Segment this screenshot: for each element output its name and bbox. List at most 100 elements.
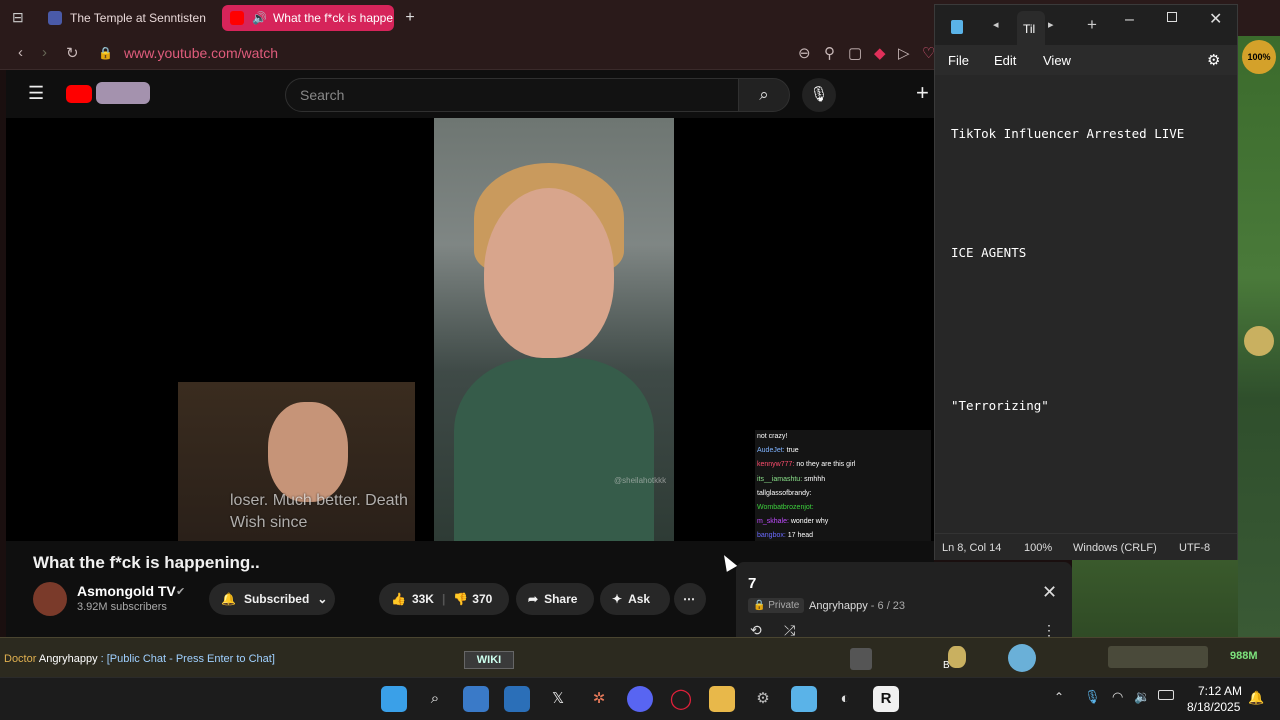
search-input[interactable]: Search xyxy=(285,78,739,112)
tab-scroll-left-icon[interactable]: ◂ xyxy=(993,18,999,31)
tab-youtube-active[interactable]: 🔊 What the f*ck is happe xyxy=(222,5,394,31)
clock-date[interactable]: 8/18/2025 xyxy=(1187,700,1240,714)
close-icon[interactable]: ✕ xyxy=(1042,582,1057,603)
channel-name[interactable]: Asmongold TV xyxy=(77,583,176,599)
zoom-badge[interactable]: 100% xyxy=(1242,40,1276,74)
dislike-count[interactable]: 370 xyxy=(472,592,492,606)
playlist-panel: 7 🔒 Private Angryhappy - 6 / 23 ✕ ⟲ ⤮ ⋮ xyxy=(736,562,1072,638)
zoom-icon[interactable]: ⊖ xyxy=(798,44,811,62)
create-icon[interactable]: + xyxy=(916,80,929,106)
chat-line: its__iamashtu: smhhh xyxy=(757,475,826,483)
settings-icon[interactable]: ⚙ xyxy=(1207,51,1220,69)
game-map xyxy=(1072,560,1238,640)
pocket-icon[interactable]: ◆ xyxy=(874,44,886,62)
notepad-taskbar-icon[interactable] xyxy=(791,686,817,712)
ask-button[interactable]: ✦ Ask xyxy=(600,583,670,615)
address-bar: ‹ › ↻ 🔒 www.youtube.com/watch ⊖ ⚲ ▢ ◆ ▷ … xyxy=(0,36,940,70)
voice-search-icon[interactable]: 🎙 xyxy=(802,78,836,112)
new-tab-button[interactable]: + xyxy=(400,8,420,28)
playlist-title[interactable]: 7 xyxy=(748,575,756,592)
url-field[interactable]: www.youtube.com/watch xyxy=(124,45,278,61)
lock-icon[interactable]: 🔒 xyxy=(98,46,113,60)
dislike-icon[interactable]: 👎 xyxy=(453,592,468,606)
video-caption: loser. Much better. Death Wish since xyxy=(230,492,408,531)
tab-temple[interactable]: The Temple at Senntisten xyxy=(40,5,216,31)
discord-icon[interactable] xyxy=(627,686,653,712)
pin-icon[interactable]: ⚲ xyxy=(824,44,835,62)
bell-icon: 🔔 xyxy=(221,592,236,606)
wifi-icon[interactable]: ◠ xyxy=(1112,689,1123,705)
forward-icon[interactable]: › xyxy=(42,44,47,61)
hotbar[interactable] xyxy=(1108,646,1208,668)
maximize-icon[interactable] xyxy=(1167,12,1177,22)
reload-icon[interactable]: ↻ xyxy=(66,44,79,62)
crystal-icon[interactable] xyxy=(1008,644,1036,672)
audio-playing-icon[interactable]: 🔊 xyxy=(252,11,267,25)
chat-line: m_skhale: wonder why xyxy=(757,518,829,526)
new-tab-icon[interactable]: + xyxy=(1087,15,1097,35)
video-watermark: @sheilahotkkk xyxy=(614,476,667,485)
notification-bell-icon[interactable]: 🔔 xyxy=(1248,690,1264,706)
more-actions-button[interactable]: ⋯ xyxy=(674,583,706,615)
clock-time[interactable]: 7:12 AM xyxy=(1198,684,1242,698)
microphone-icon[interactable]: 🎙 xyxy=(1084,689,1101,705)
close-icon[interactable]: ✕ xyxy=(1209,9,1222,29)
subscribed-label: Subscribed xyxy=(243,592,310,606)
line-ending: Windows (CRLF) xyxy=(1073,542,1157,554)
search-icon[interactable]: ⌕ xyxy=(422,686,448,712)
lamp-icon[interactable] xyxy=(948,646,966,668)
youtube-favicon-icon xyxy=(230,11,244,25)
game-launcher-icon[interactable]: ◐ xyxy=(832,686,858,712)
start-icon[interactable] xyxy=(381,686,407,712)
video-player[interactable]: @sheilahotkkk loser. Much better. Death … xyxy=(6,118,934,541)
notepad-editor[interactable]: TikTok Influencer Arrested LIVE ICE AGEN… xyxy=(951,91,1184,448)
jacket xyxy=(454,358,654,541)
chat-line: Wombatbrozenjot: xyxy=(757,504,814,512)
affinity-icon[interactable]: ✲ xyxy=(586,686,612,712)
battery-icon[interactable] xyxy=(1158,690,1174,700)
send-icon[interactable]: ▷ xyxy=(898,44,910,62)
like-count[interactable]: 33K xyxy=(412,592,434,606)
share-icon: ➦ xyxy=(528,592,539,606)
tab-scroll-right-icon[interactable]: ▸ xyxy=(1048,18,1054,31)
wiki-button[interactable]: WIKI xyxy=(464,651,514,669)
snapshot-icon[interactable]: ▢ xyxy=(848,44,862,62)
subscribed-button[interactable]: 🔔 Subscribed ⌄ xyxy=(209,583,335,615)
inventory-slot-icon[interactable] xyxy=(850,648,872,670)
chevron-up-icon[interactable]: ⌃ xyxy=(1054,690,1064,704)
tab-overview-icon[interactable]: ⊟ xyxy=(12,9,24,26)
settings-icon[interactable]: ⚙ xyxy=(750,686,776,712)
notepad-titlebar: ◂ Til ▸ + – ✕ xyxy=(935,5,1237,45)
playlist-owner[interactable]: Angryhappy - 6 / 23 xyxy=(809,600,905,612)
calculator-icon[interactable] xyxy=(463,686,489,712)
channel-avatar[interactable] xyxy=(33,582,67,616)
search-button[interactable]: ⌕ xyxy=(738,78,790,112)
tab-title: The Temple at Senntisten xyxy=(70,11,206,25)
face xyxy=(484,188,614,358)
youtube-logo-icon[interactable] xyxy=(66,85,92,103)
back-icon[interactable]: ‹ xyxy=(18,44,23,61)
like-dislike-group: 👍 33K | 👎 370 xyxy=(379,583,509,615)
share-button[interactable]: ➦ Share xyxy=(516,583,594,615)
orb-icon[interactable] xyxy=(1244,326,1274,356)
runelite-icon[interactable]: R xyxy=(873,686,899,712)
menu-icon[interactable]: ☰ xyxy=(28,83,44,104)
windows-taskbar: ⌕ 𝕏 ✲ ◯ ⚙ ◐ R ⌃ 🎙 ◠ 🔉 7:12 AM 8/18/2025 … xyxy=(0,677,1280,720)
site-favicon-icon xyxy=(48,11,62,25)
volume-icon[interactable]: 🔉 xyxy=(1134,689,1150,705)
notepad-tab[interactable]: Til xyxy=(1017,11,1045,45)
menu-file[interactable]: File xyxy=(948,53,969,68)
photos-icon[interactable] xyxy=(504,686,530,712)
minimize-icon[interactable]: – xyxy=(1125,11,1134,29)
notepad-menu: File Edit View ⚙ xyxy=(935,45,1237,75)
like-icon[interactable]: 👍 xyxy=(391,592,406,606)
opera-icon[interactable]: ◯ xyxy=(668,686,694,712)
game-chat-input[interactable]: Doctor Angryhappy : [Public Chat - Press… xyxy=(4,653,275,665)
doodle-logo[interactable] xyxy=(96,82,150,104)
menu-edit[interactable]: Edit xyxy=(994,53,1016,68)
streamer-webcam: loser. Much better. Death Wish since xyxy=(178,382,415,541)
menu-view[interactable]: View xyxy=(1043,53,1071,68)
file-explorer-icon[interactable] xyxy=(709,686,735,712)
x-icon[interactable]: 𝕏 xyxy=(545,686,571,712)
ask-label: Ask xyxy=(628,592,651,606)
